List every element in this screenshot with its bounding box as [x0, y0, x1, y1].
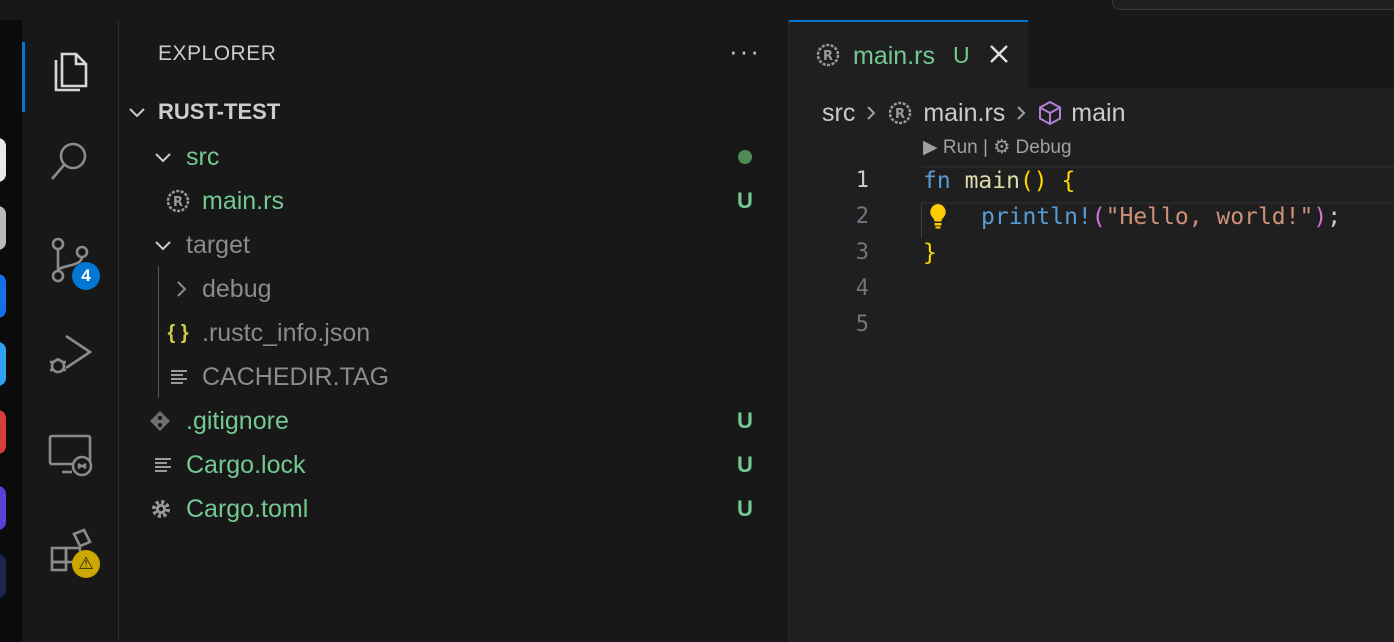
- file-label: .rustc_info.json: [202, 318, 371, 347]
- tree-folder-target[interactable]: target: [119, 223, 788, 267]
- paren-close: ): [1313, 204, 1328, 230]
- explorer-icon[interactable]: [46, 44, 94, 92]
- git-status-badge: U: [737, 452, 753, 477]
- tab-main-rs[interactable]: R main.rs U: [789, 20, 1028, 88]
- chevron-down-icon: [155, 153, 171, 163]
- dock-app-icon[interactable]: [0, 342, 6, 386]
- line-number: 1: [855, 168, 869, 193]
- git-file-icon: [150, 411, 170, 431]
- parens: (): [1019, 168, 1048, 194]
- tab-bar: R main.rs U: [789, 20, 1394, 88]
- chevron-down-icon: [155, 241, 171, 251]
- dock-app-icon[interactable]: [0, 410, 6, 454]
- modified-dot-icon: [738, 150, 752, 164]
- activity-bar: 4 ⚠: [22, 20, 119, 642]
- code-line-3[interactable]: }: [923, 240, 937, 266]
- semicolon: ;: [1327, 204, 1342, 230]
- symbol-method-icon: [1039, 100, 1062, 126]
- tree-file-cachedir[interactable]: CACHEDIR.TAG: [119, 355, 788, 399]
- line-number: 4: [855, 276, 869, 301]
- tree-folder-debug[interactable]: debug: [119, 267, 788, 311]
- indent-guide: [921, 204, 922, 238]
- paren-open: (: [1091, 204, 1106, 230]
- run-debug-icon[interactable]: [46, 330, 94, 378]
- chevron-right-icon: [1017, 106, 1026, 120]
- keyword: fn: [923, 168, 951, 194]
- warning-badge: ⚠: [72, 550, 100, 578]
- gear-icon: [152, 500, 170, 518]
- folder-label: debug: [202, 274, 272, 303]
- rust-file-icon: R: [816, 43, 840, 67]
- command-center[interactable]: [1112, 0, 1394, 10]
- source-control-badge: 4: [72, 262, 100, 290]
- git-status-badge: U: [737, 188, 753, 213]
- tree-file-rustc-info[interactable]: { } .rustc_info.json: [119, 311, 788, 355]
- lightbulb-icon[interactable]: [927, 202, 949, 230]
- tree-file-main-rs[interactable]: R main.rs U: [119, 179, 788, 223]
- breadcrumb: src R main.rs main: [822, 96, 1125, 130]
- editor-area: R main.rs U src R main.rs main ▶ Run | ⚙…: [789, 20, 1394, 642]
- dock-app-icon[interactable]: [0, 486, 6, 530]
- code-line-2[interactable]: println!("Hello, world!");: [981, 204, 1341, 230]
- rust-file-icon: R: [889, 101, 912, 125]
- chevron-right-icon: [177, 281, 187, 297]
- breadcrumb-file[interactable]: main.rs: [923, 99, 1005, 128]
- rust-file-icon: R: [166, 189, 190, 213]
- remote-explorer-icon[interactable]: [46, 430, 94, 478]
- close-icon[interactable]: [987, 42, 1011, 66]
- svg-text:R: R: [895, 107, 905, 122]
- more-actions-button[interactable]: ···: [729, 36, 761, 67]
- line-number: 2: [855, 204, 869, 229]
- tree-file-cargo-toml[interactable]: Cargo.toml U: [119, 487, 788, 531]
- breadcrumb-folder[interactable]: src: [822, 99, 855, 128]
- macro: println!: [981, 204, 1092, 230]
- dock-app-icon[interactable]: [0, 206, 6, 250]
- git-status-badge: U: [737, 408, 753, 433]
- folder-label: src: [186, 142, 220, 171]
- tree-project-root[interactable]: RUST-TEST: [119, 90, 788, 134]
- brace: {: [1061, 168, 1076, 194]
- text-file-icon: [155, 458, 171, 472]
- function-name: main: [964, 168, 1020, 194]
- brace: }: [923, 240, 937, 266]
- folder-label: target: [186, 230, 250, 259]
- dock-app-icon[interactable]: [0, 138, 6, 182]
- file-label: .gitignore: [186, 406, 289, 435]
- sidebar-title: EXPLORER: [158, 42, 277, 65]
- tree-file-gitignore[interactable]: .gitignore U: [119, 399, 788, 443]
- chevron-right-icon: [867, 106, 876, 120]
- code-line-1[interactable]: fn main() {: [923, 168, 1075, 194]
- file-label: main.rs: [202, 186, 284, 215]
- file-label: Cargo.lock: [186, 450, 306, 479]
- macos-dock: [0, 20, 22, 642]
- json-file-icon: { }: [167, 321, 189, 344]
- file-label: Cargo.toml: [186, 494, 309, 523]
- search-icon[interactable]: [46, 136, 94, 184]
- dock-app-icon[interactable]: [0, 554, 6, 598]
- text-file-icon: [171, 370, 187, 384]
- codelens-run-debug[interactable]: ▶ Run | ⚙ Debug: [923, 136, 1072, 159]
- dock-app-icon[interactable]: [0, 274, 6, 318]
- line-number: 5: [855, 312, 869, 337]
- file-label: CACHEDIR.TAG: [202, 362, 390, 391]
- svg-text:R: R: [823, 49, 833, 64]
- tab-git-status: U: [953, 42, 970, 68]
- tree-file-cargo-lock[interactable]: Cargo.lock U: [119, 443, 788, 487]
- git-status-badge: U: [737, 496, 753, 521]
- title-bar: [0, 0, 1394, 21]
- chevron-down-icon: [129, 108, 145, 118]
- breadcrumb-symbol[interactable]: main: [1071, 99, 1125, 128]
- project-name: RUST-TEST: [158, 99, 281, 124]
- line-number: 3: [855, 240, 869, 265]
- tab-label: main.rs: [853, 42, 935, 70]
- active-indicator: [22, 42, 25, 112]
- tree-folder-src[interactable]: src: [119, 135, 788, 179]
- explorer-sidebar: EXPLORER ··· RUST-TEST src R main.rs U t…: [119, 20, 789, 642]
- svg-text:R: R: [173, 195, 183, 210]
- string-literal: "Hello, world!": [1105, 204, 1314, 230]
